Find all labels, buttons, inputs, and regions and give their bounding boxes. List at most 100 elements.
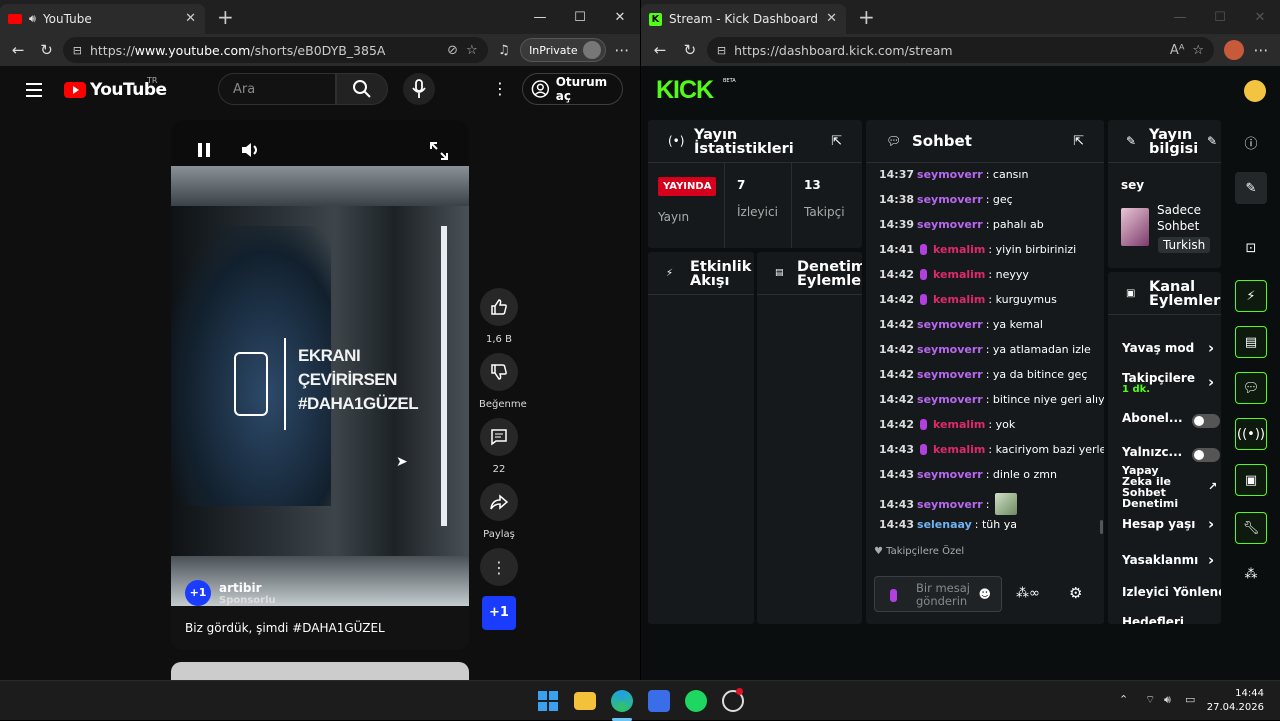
- store-icon[interactable]: [648, 690, 670, 712]
- popout-icon[interactable]: ⇱: [831, 134, 842, 149]
- like-action[interactable]: 1,6 B: [479, 288, 519, 345]
- back-icon[interactable]: ←: [647, 41, 673, 59]
- hamburger-menu-icon[interactable]: [26, 83, 42, 101]
- user-avatar[interactable]: [1244, 80, 1266, 102]
- more-actions[interactable]: ⋮: [479, 548, 519, 594]
- battery-icon[interactable]: ▭: [1185, 693, 1195, 706]
- minimize-button[interactable]: —: [1160, 10, 1200, 25]
- broadcast-rail-icon[interactable]: ((•)): [1235, 418, 1267, 450]
- close-tab-icon[interactable]: ✕: [826, 11, 837, 26]
- voice-search-button[interactable]: [403, 73, 435, 105]
- settings-dots-icon[interactable]: ⋮: [492, 79, 508, 98]
- ai-moderation-row[interactable]: Yapay Zeka ile Sohbet Denetimi ↗: [1122, 465, 1220, 509]
- chat-username[interactable]: kemalim: [933, 418, 985, 431]
- chat-username[interactable]: seymoverr: [917, 368, 983, 381]
- back-icon[interactable]: ←: [6, 41, 30, 59]
- fullscreen-icon[interactable]: [430, 142, 448, 164]
- chat-settings-gear-icon[interactable]: ⚙︎: [1069, 584, 1082, 602]
- edit-pencil-icon[interactable]: ✎: [1207, 134, 1217, 148]
- read-aloud-icon[interactable]: Aᴬ: [1170, 43, 1185, 58]
- chat-username[interactable]: seymoverr: [917, 218, 983, 231]
- profile-avatar-icon[interactable]: [1224, 40, 1245, 60]
- comment-icon[interactable]: [480, 418, 518, 456]
- inprivate-badge[interactable]: InPrivate: [520, 38, 606, 62]
- media-control-icon[interactable]: ♫: [492, 43, 516, 58]
- favorite-star-icon[interactable]: ☆: [1192, 43, 1204, 58]
- emotes-only-row[interactable]: Yalnızc...: [1122, 446, 1220, 462]
- chat-message[interactable]: 14:37 seymoverr: cansın: [879, 168, 1028, 181]
- emotes-toggle[interactable]: [1192, 448, 1220, 462]
- like-icon[interactable]: [480, 288, 518, 326]
- search-input[interactable]: Ara: [218, 73, 336, 105]
- youtube-tab[interactable]: 🔊︎ YouTube ✕: [0, 4, 205, 34]
- screenshot-icon[interactable]: ⊡: [1235, 232, 1267, 264]
- chat-message[interactable]: 14:43 seymoverr: dinle o zmn: [879, 468, 1057, 481]
- chat-message[interactable]: 14:39 seymoverr: pahalı ab: [879, 218, 1044, 231]
- site-info-icon[interactable]: ⊟: [73, 44, 82, 57]
- chat-message[interactable]: 14:38 seymoverr: geç: [879, 193, 1013, 206]
- edge-browser-icon[interactable]: [611, 690, 633, 712]
- spotify-icon[interactable]: [685, 690, 707, 712]
- share-action[interactable]: Paylaş: [479, 483, 519, 540]
- tray-chevron-up-icon[interactable]: ⌃: [1119, 693, 1128, 706]
- chat-username[interactable]: seymoverr: [917, 193, 983, 206]
- close-window-button[interactable]: ✕: [1240, 10, 1280, 25]
- followers-only-row[interactable]: Takipçilere 1 dk. ›: [1122, 372, 1220, 396]
- reload-icon[interactable]: ↻: [34, 41, 58, 59]
- chat-message[interactable]: 14:43 selenaay: tüh ya: [879, 518, 1017, 531]
- kick-tab[interactable]: K Stream - Kick Dashboard ✕: [641, 4, 846, 34]
- new-tab-button[interactable]: +: [858, 7, 875, 27]
- chat-message[interactable]: 14:42 kemalim: yok: [879, 418, 1015, 431]
- clock[interactable]: 14:44 27.04.2026: [1207, 687, 1264, 715]
- speaker-icon[interactable]: 🔊︎: [29, 12, 36, 26]
- notes-icon[interactable]: ▤: [1235, 326, 1267, 358]
- video-frame[interactable]: EKRANI ÇEVİRİRSEN #DAHA1GÜZEL ➤: [171, 166, 469, 606]
- close-window-button[interactable]: ✕: [600, 10, 640, 25]
- chat-username[interactable]: seymoverr: [917, 393, 983, 406]
- chat-username[interactable]: seymoverr: [917, 168, 983, 181]
- comment-action[interactable]: 22: [479, 418, 519, 475]
- url-field[interactable]: ⊟ https://www.youtube.com/shorts/eB0DYB_…: [62, 37, 488, 63]
- channel-info[interactable]: +1 artibir Sponsorlu: [185, 580, 276, 606]
- chat-users-icon[interactable]: ⁂∞: [1016, 586, 1040, 601]
- chat-username[interactable]: kemalim: [933, 293, 985, 306]
- chat-message[interactable]: 14:42seymoverr: bitince niye geri alıyon: [879, 393, 1104, 406]
- more-dots-icon[interactable]: ⋮: [480, 548, 518, 586]
- chat-username[interactable]: seymoverr: [917, 468, 983, 481]
- chat-username[interactable]: kemalim: [933, 443, 985, 456]
- start-windows-icon[interactable]: [537, 690, 559, 712]
- dislike-action[interactable]: Beğenme: [479, 353, 527, 410]
- new-tab-button[interactable]: +: [217, 7, 234, 27]
- chat-scrollbar[interactable]: [1100, 520, 1103, 534]
- chat-message[interactable]: 14:43 kemalim: kaciriyom bazi yerleri: [879, 443, 1104, 456]
- slow-mode-row[interactable]: Yavaş mod ›: [1122, 341, 1220, 356]
- chat-username[interactable]: selenaay: [917, 518, 972, 531]
- maximize-button[interactable]: ☐: [560, 10, 600, 25]
- maximize-button[interactable]: ☐: [1200, 10, 1240, 25]
- close-tab-icon[interactable]: ✕: [185, 11, 196, 26]
- favorite-star-icon[interactable]: ☆: [466, 43, 478, 58]
- reload-icon[interactable]: ↻: [677, 41, 703, 59]
- file-explorer-icon[interactable]: [574, 692, 596, 710]
- emoji-icon[interactable]: ☻: [978, 587, 991, 601]
- users-icon[interactable]: ⁂: [1235, 558, 1267, 590]
- short-video-player[interactable]: EKRANI ÇEVİRİRSEN #DAHA1GÜZEL ➤ +1 artib…: [171, 120, 469, 650]
- browser-menu-icon[interactable]: ⋯: [610, 41, 634, 59]
- volume-icon[interactable]: [241, 142, 261, 162]
- search-button[interactable]: [336, 73, 388, 105]
- account-age-row[interactable]: Hesap yaşı ›: [1122, 517, 1220, 532]
- chat-message[interactable]: 14:42 seymoverr: ya da bitince geç: [879, 368, 1087, 381]
- chat-message[interactable]: 14:42 kemalim: neyyy: [879, 268, 1029, 281]
- layout-icon[interactable]: ▣: [1235, 464, 1267, 496]
- chat-username[interactable]: seymoverr: [917, 318, 983, 331]
- chat-username[interactable]: kemalim: [933, 243, 985, 256]
- browser-menu-icon[interactable]: ⋯: [1248, 41, 1274, 59]
- wifi-icon[interactable]: ⌔: [1145, 693, 1155, 707]
- banned-words-row[interactable]: Yasaklanmı ›: [1122, 553, 1220, 568]
- subscribers-toggle[interactable]: [1192, 414, 1220, 428]
- edit-icon[interactable]: ✎: [1235, 172, 1267, 204]
- url-field[interactable]: ⊟ https://dashboard.kick.com/stream Aᴬ ☆: [706, 37, 1215, 63]
- tools-wrench-icon[interactable]: 🔧︎: [1235, 512, 1267, 544]
- chat-username[interactable]: seymoverr: [917, 343, 983, 356]
- share-icon[interactable]: [480, 483, 518, 521]
